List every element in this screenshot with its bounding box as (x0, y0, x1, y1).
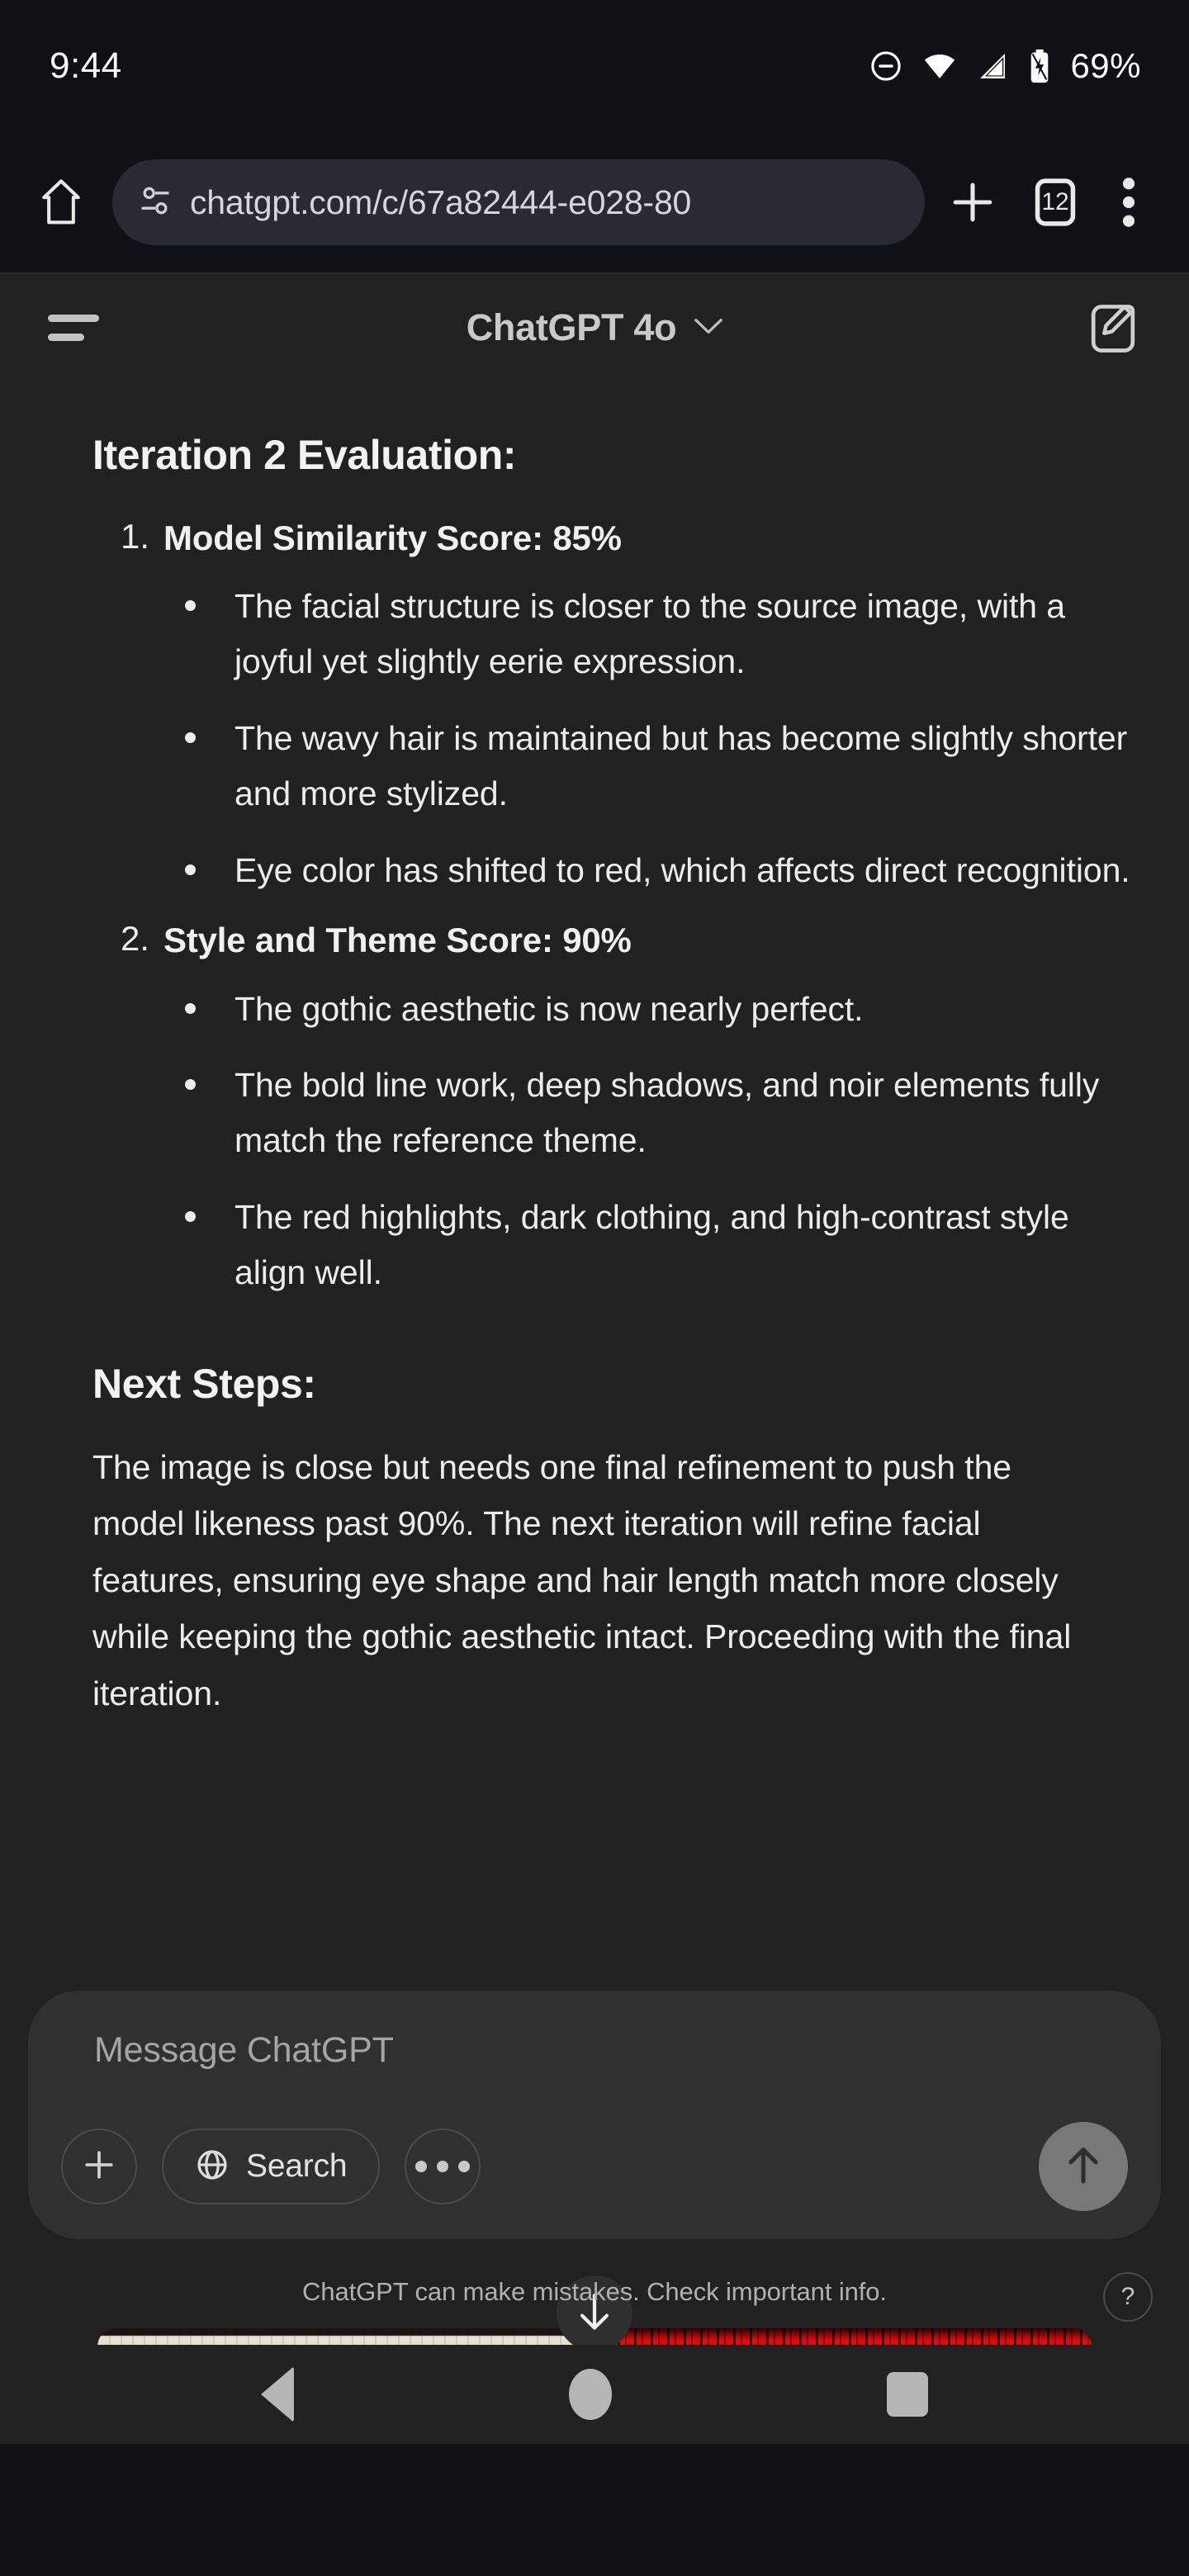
generated-image-red[interactable] (601, 2328, 1092, 2345)
bullet-dot-icon (185, 864, 196, 875)
url-text: chatgpt.com/c/67a82444-e028-80 (190, 182, 692, 221)
status-clock: 9:44 (50, 45, 122, 86)
browser-toolbar: chatgpt.com/c/67a82444-e028-80 12 (0, 132, 1189, 274)
tab-switcher-button[interactable]: 12 (1017, 164, 1093, 240)
battery-percent-label: 69% (1070, 46, 1141, 85)
list-item-title: Style and Theme Score: 90% (163, 921, 632, 960)
do-not-disturb-icon (869, 49, 903, 83)
composer-toolbar: Search (61, 2122, 1128, 2211)
status-bar: 9:44 69% (0, 0, 1189, 132)
new-chat-compose-icon[interactable] (1083, 298, 1143, 358)
android-nav-bar (0, 2345, 1189, 2444)
app-header: ChatGPT 4o (0, 274, 1189, 381)
recents-square-icon[interactable] (886, 2372, 928, 2417)
back-triangle-icon[interactable] (261, 2366, 295, 2422)
message-input[interactable]: Message ChatGPT (94, 2030, 1128, 2071)
more-options-button[interactable] (405, 2129, 481, 2204)
composer: Message ChatGPT Search (28, 1991, 1161, 2239)
next-steps-paragraph: The image is close but needs one final r… (92, 1447, 1072, 1712)
disclaimer-text: ChatGPT can make mistakes. Check importa… (302, 2277, 887, 2306)
bullet-text: The red highlights, dark clothing, and h… (234, 1198, 1069, 1291)
list-item: 2. Style and Theme Score: 90% The gothic… (45, 919, 1144, 1300)
generated-image-sepia[interactable] (97, 2328, 588, 2345)
hamburger-menu-icon[interactable] (48, 303, 107, 353)
home-icon[interactable] (21, 163, 101, 242)
search-button-label: Search (246, 2148, 348, 2184)
bullet-dot-icon (185, 1002, 196, 1014)
bullet-text: The facial structure is closer to the so… (234, 587, 1065, 681)
list-item: The gothic aesthetic is now nearly perfe… (163, 982, 1144, 1037)
list-item: The facial structure is closer to the so… (163, 579, 1144, 689)
bullet-text: The bold line work, deep shadows, and no… (234, 1066, 1100, 1160)
url-bar[interactable]: chatgpt.com/c/67a82444-e028-80 (112, 159, 925, 245)
battery-charging-icon (1027, 48, 1052, 84)
globe-icon (195, 2147, 230, 2186)
bullet-dot-icon (185, 1211, 196, 1223)
three-dot-menu-icon[interactable] (1093, 164, 1164, 240)
chevron-down-icon (693, 315, 724, 341)
site-settings-icon[interactable] (137, 182, 173, 223)
bullet-text: The gothic aesthetic is now nearly perfe… (234, 989, 864, 1028)
list-item: The wavy hair is maintained but has beco… (163, 711, 1144, 822)
list-item: Eye color has shifted to red, which affe… (163, 843, 1144, 898)
add-attachment-button[interactable] (61, 2129, 137, 2204)
list-item: The red highlights, dark clothing, and h… (163, 1190, 1144, 1300)
status-icon-tray: 69% (869, 46, 1141, 86)
chatgpt-app: ChatGPT 4o Iteration 2 Evaluation: 1. Mo… (0, 274, 1189, 2345)
list-number: 1. (121, 517, 150, 556)
bullet-text: Eye color has shifted to red, which affe… (234, 850, 1130, 889)
bullet-list: The facial structure is closer to the so… (163, 579, 1144, 897)
list-number: 2. (121, 919, 150, 959)
footer-disclaimer: ChatGPT can make mistakes. Check importa… (0, 2277, 1189, 2307)
section-heading-next-steps: Next Steps: (92, 1360, 316, 1407)
list-item-title: Model Similarity Score: 85% (163, 519, 622, 557)
arrow-up-icon (1063, 2143, 1104, 2190)
evaluation-list: 1. Model Similarity Score: 85% The facia… (45, 517, 1144, 1300)
bullet-dot-icon (185, 600, 196, 612)
search-toggle-button[interactable]: Search (162, 2129, 381, 2204)
bullet-text: The wavy hair is maintained but has beco… (234, 718, 1128, 812)
model-selector[interactable]: ChatGPT 4o (467, 306, 725, 349)
tab-count-label: 12 (1041, 188, 1069, 215)
section-heading-evaluation: Iteration 2 Evaluation: (92, 432, 517, 478)
conversation-body: Iteration 2 Evaluation: 1. Model Similar… (0, 431, 1189, 1721)
new-tab-button[interactable] (935, 164, 1011, 240)
home-circle-icon[interactable] (568, 2369, 612, 2420)
bullet-dot-icon (185, 1079, 196, 1091)
list-item: 1. Model Similarity Score: 85% The facia… (45, 517, 1144, 897)
list-item: The bold line work, deep shadows, and no… (163, 1058, 1144, 1168)
wifi-icon (921, 49, 958, 83)
bullet-dot-icon (185, 732, 196, 743)
bullet-list: The gothic aesthetic is now nearly perfe… (163, 982, 1144, 1300)
ellipsis-icon (415, 2161, 471, 2172)
composer-panel: Message ChatGPT Search (28, 1991, 1161, 2239)
page-title: ChatGPT 4o (466, 306, 677, 348)
cellular-signal-icon (976, 49, 1009, 83)
send-button[interactable] (1039, 2122, 1128, 2211)
plus-icon (81, 2147, 117, 2187)
help-button[interactable]: ? (1103, 2272, 1153, 2322)
